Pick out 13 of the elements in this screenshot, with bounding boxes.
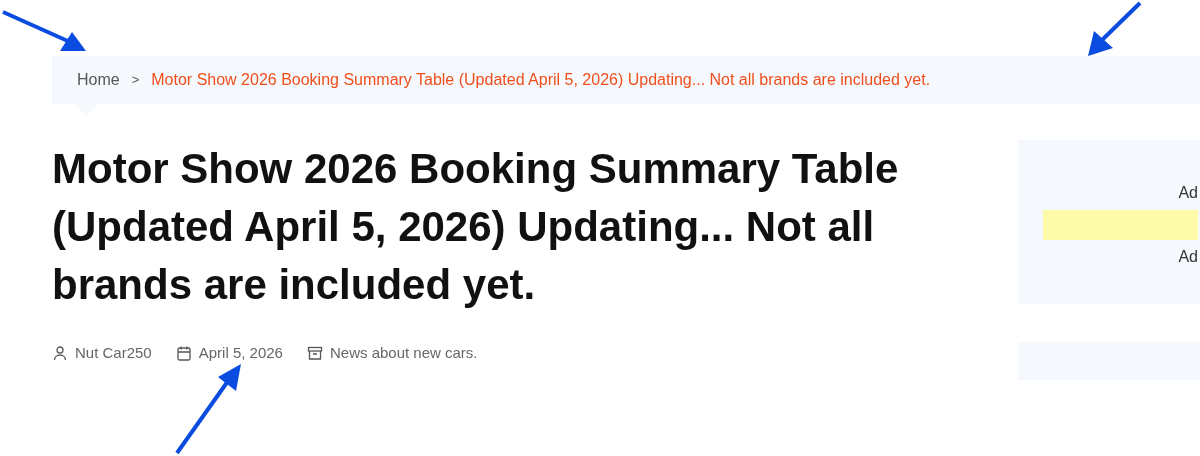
person-icon	[52, 345, 68, 362]
ad-label: Ad	[1178, 183, 1198, 203]
breadcrumb-link[interactable]: Motor Show 2026 Booking Summary Table (Updated April 5, 2026) Updating... Not all brands are included yet.	[151, 68, 931, 92]
ad-label: Ad	[1178, 247, 1198, 267]
archive-icon	[306, 345, 323, 362]
annotation-arrow	[1088, 1, 1142, 56]
meta-author: Nut Car250	[75, 343, 152, 363]
breadcrumb-link[interactable]: Home	[77, 68, 120, 92]
calendar-icon	[175, 345, 192, 362]
breadcrumb-separator: >	[131, 71, 140, 90]
meta-date[interactable]: April 5, 2026	[198, 342, 283, 365]
article-title: Motor Show 2026 Booking Summary Table (Updated April 5, 2026) Updating... Not all brands are included yet.	[52, 144, 900, 310]
meta-category[interactable]: News about new cars.	[329, 342, 478, 365]
